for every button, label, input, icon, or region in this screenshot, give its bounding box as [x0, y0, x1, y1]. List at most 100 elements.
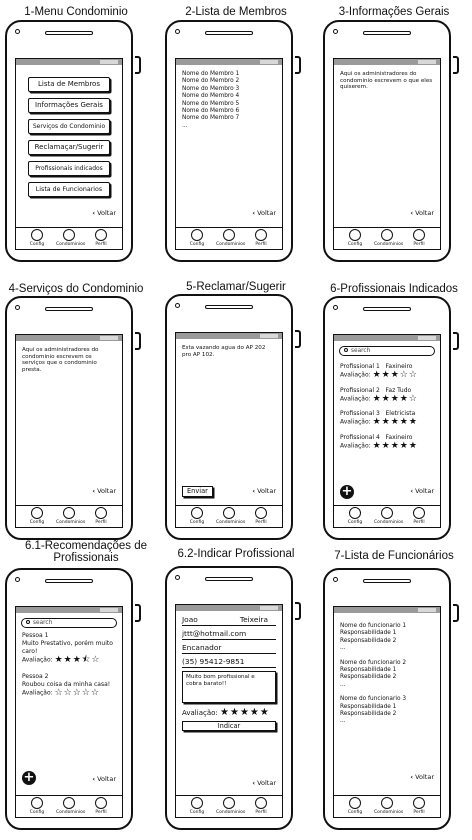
back-button[interactable]: ‹ Voltar — [410, 487, 434, 495]
tab-condominios[interactable]: Condominios — [374, 228, 403, 249]
tab-config[interactable]: Config — [24, 228, 50, 249]
send-button[interactable]: Enviar — [182, 486, 213, 497]
back-button[interactable]: ‹ Voltar — [410, 773, 434, 781]
list-item[interactable]: Profissional 4 Faxineiro Avaliação: ★★★★… — [334, 434, 440, 451]
profession-field[interactable]: Encanador — [182, 643, 276, 654]
services-text: Aqui os administradores do condominio es… — [22, 347, 99, 373]
tab-condominios[interactable]: Condominios — [374, 796, 403, 817]
mockup-lista-membros: 2-Lista de Membros Nome do Membro 1 Nome… — [160, 0, 312, 270]
list-item[interactable]: Profissional 1 Faxineiro Avaliação: ★★★☆… — [334, 363, 440, 380]
list-item[interactable]: Nome do funcionario 1 Responsabilidade 1… — [340, 623, 434, 653]
search-input[interactable]: search — [339, 346, 435, 356]
tab-perfil[interactable]: Perfil — [248, 228, 274, 249]
complaint-text[interactable]: Esta vazando agua do AP 202 pro AP 102. — [176, 341, 282, 527]
list-item[interactable]: Nome do Membro 7 — [182, 115, 276, 122]
screen: Esta vazando agua do AP 202 pro AP 102. … — [175, 332, 283, 528]
tab-config[interactable]: Config — [24, 506, 50, 527]
mockup-reclamar-sugerir: 5-Reclamar/Sugerir Esta vazando agua do … — [160, 278, 312, 548]
mockup-title: 4-Serviços do Condominio — [8, 283, 144, 295]
speaker-icon — [45, 31, 93, 35]
list-item[interactable]: Nome do Membro 2 — [182, 78, 276, 85]
tab-config[interactable]: Config — [342, 796, 368, 817]
camera-icon — [15, 305, 20, 310]
star-rating[interactable]: ★★★★★ — [220, 707, 270, 718]
phone-field[interactable]: (35) 95412-9851 — [182, 657, 276, 668]
lista-membros-button[interactable]: Lista de Membros — [28, 77, 110, 92]
tab-condominios[interactable]: Condominios — [216, 228, 245, 249]
condominios-icon — [381, 229, 393, 241]
tab-config[interactable]: Config — [24, 796, 50, 817]
list-item[interactable]: Nome do Membro 5 — [182, 101, 276, 108]
back-button[interactable]: ‹ Voltar — [92, 487, 116, 495]
tab-condominios[interactable]: Condominios — [216, 796, 245, 817]
comment-textarea[interactable]: Muito bom profissional e cobra barato!! — [182, 671, 276, 703]
back-icon: ‹ — [252, 487, 256, 495]
tab-config[interactable]: Config — [342, 228, 368, 249]
config-icon — [191, 797, 203, 809]
back-button[interactable]: ‹ Voltar — [252, 487, 276, 495]
back-button[interactable]: ‹ Voltar — [92, 775, 116, 783]
speaker-icon — [205, 577, 253, 581]
status-bar — [334, 335, 440, 341]
star-rating: ★★★★☆ — [372, 393, 418, 404]
add-icon[interactable]: + — [22, 771, 36, 785]
list-item[interactable]: Nome do funcionario 3 Responsabilidade 1… — [340, 696, 434, 726]
condominios-icon — [63, 507, 75, 519]
star-rating: ★★★⯪☆ — [54, 655, 101, 665]
info-text: Aqui os administradores do condominio es… — [340, 71, 433, 91]
tab-config[interactable]: Config — [184, 506, 210, 527]
list-item[interactable]: Profissional 2 Faz Tudo Avaliação: ★★★★☆ — [334, 387, 440, 404]
phone-frame: Lista de Membros Informações Gerais Serv… — [5, 20, 133, 262]
email-field[interactable]: jttt@hotmail.com — [182, 629, 276, 640]
back-button[interactable]: ‹ Voltar — [92, 209, 116, 217]
tab-config[interactable]: Config — [184, 796, 210, 817]
tab-condominios[interactable]: Condominios — [56, 228, 85, 249]
tab-bar: Config Condominios Perfil — [176, 505, 282, 527]
status-bar — [16, 335, 122, 341]
tab-perfil[interactable]: Perfil — [88, 796, 114, 817]
tab-condominios[interactable]: Condominios — [56, 506, 85, 527]
tab-perfil[interactable]: Perfil — [88, 228, 114, 249]
tab-perfil[interactable]: Perfil — [88, 506, 114, 527]
informacoes-gerais-button[interactable]: Informações Gerais — [28, 98, 110, 113]
tab-perfil[interactable]: Perfil — [248, 506, 274, 527]
screen: Joao Teixeira jttt@hotmail.com Encanador … — [175, 604, 283, 818]
list-item[interactable]: Nome do Membro 3 — [182, 86, 276, 93]
profissionais-indicados-button[interactable]: Profissionais indicados — [28, 161, 110, 176]
back-icon: ‹ — [410, 209, 414, 217]
status-bar — [16, 607, 122, 613]
screen: Aqui os administradores do condominio es… — [15, 334, 123, 528]
tab-config[interactable]: Config — [342, 506, 368, 527]
list-item[interactable]: Nome do Membro 4 — [182, 93, 276, 100]
add-icon[interactable]: + — [340, 485, 354, 499]
review-item: Pessoa 1 Muito Prestativo, porém muito c… — [16, 632, 122, 665]
servicos-condominio-button[interactable]: Serviços do Condominio — [28, 119, 110, 134]
tab-condominios[interactable]: Condominios — [216, 506, 245, 527]
search-icon — [26, 620, 30, 624]
search-input[interactable]: search — [21, 618, 117, 628]
list-item[interactable]: Nome do funcionario 2 Responsabilidade 1… — [340, 660, 434, 690]
list-item[interactable]: Profissional 3 Eletricista Avaliação: ★★… — [334, 410, 440, 427]
back-button[interactable]: ‹ Voltar — [252, 209, 276, 217]
back-button[interactable]: ‹ Voltar — [252, 779, 276, 787]
star-rating: ★★★★★ — [372, 440, 418, 451]
back-button[interactable]: ‹ Voltar — [410, 209, 434, 217]
speaker-icon — [205, 31, 253, 35]
lista-funcionarios-button[interactable]: Lista de Funcionarios — [28, 182, 110, 197]
tab-perfil[interactable]: Perfil — [406, 506, 432, 527]
name-field[interactable]: Joao Teixeira — [182, 615, 276, 626]
tab-perfil[interactable]: Perfil — [406, 228, 432, 249]
reclamar-sugerir-button[interactable]: Reclamaçar/Sugerir — [28, 140, 110, 155]
tab-bar: Config Condominios Perfil — [334, 795, 440, 817]
tab-condominios[interactable]: Condominios — [56, 796, 85, 817]
condominios-icon — [223, 507, 235, 519]
tab-perfil[interactable]: Perfil — [248, 796, 274, 817]
camera-icon — [15, 577, 20, 582]
tab-config[interactable]: Config — [184, 228, 210, 249]
tab-perfil[interactable]: Perfil — [406, 796, 432, 817]
mockup-title: 6.2-Indicar Profissional — [177, 548, 295, 560]
list-item[interactable]: Nome do Membro 1 — [182, 71, 276, 78]
tab-condominios[interactable]: Condominios — [374, 506, 403, 527]
indicar-button[interactable]: Indicar — [182, 721, 276, 731]
list-item[interactable]: Nome do Membro 6 — [182, 108, 276, 115]
